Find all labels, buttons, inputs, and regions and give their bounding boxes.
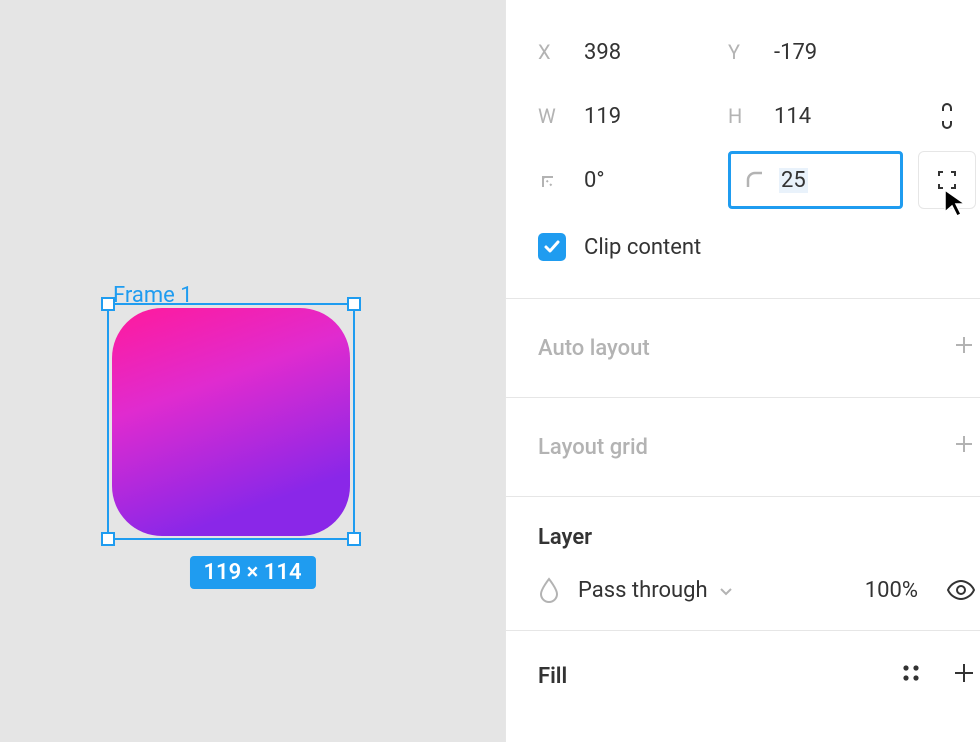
add-layout-grid-button[interactable]: [952, 432, 976, 462]
rotation-icon: [538, 170, 562, 190]
height-field[interactable]: H 114: [728, 104, 918, 129]
add-fill-button[interactable]: [952, 661, 976, 691]
layout-grid-section[interactable]: Layout grid: [506, 398, 980, 496]
inspector-panel: X 398 Y -179 W 119 H 114: [505, 0, 980, 742]
visibility-toggle[interactable]: [936, 579, 976, 601]
blend-mode-icon: [538, 577, 560, 603]
x-label: X: [538, 40, 562, 64]
layer-section: Layer Pass through 100%: [506, 497, 980, 630]
corner-radius-input[interactable]: 25: [728, 151, 903, 209]
w-label: W: [538, 104, 562, 128]
size-badge: 119 × 114: [189, 556, 315, 589]
independent-corners-button[interactable]: [918, 151, 976, 209]
fill-section: Fill: [506, 631, 980, 711]
resize-handle-top-right[interactable]: [347, 297, 361, 311]
rotation-value[interactable]: 0°: [584, 168, 605, 193]
canvas[interactable]: Frame 1 119 × 114: [0, 0, 505, 742]
resize-handle-top-left[interactable]: [101, 297, 115, 311]
fill-title: Fill: [538, 664, 567, 689]
x-field[interactable]: X 398: [538, 40, 728, 65]
rotation-field[interactable]: 0°: [538, 168, 728, 193]
style-picker-button[interactable]: [900, 662, 922, 690]
h-label: H: [728, 104, 752, 128]
y-value[interactable]: -179: [774, 40, 817, 65]
layer-title: Layer: [538, 497, 976, 550]
blend-mode-value: Pass through: [578, 578, 708, 603]
auto-layout-label: Auto layout: [538, 336, 650, 361]
corner-radius-value[interactable]: 25: [779, 168, 808, 193]
y-field[interactable]: Y -179: [728, 40, 918, 65]
h-value[interactable]: 114: [774, 104, 811, 129]
auto-layout-section[interactable]: Auto layout: [506, 299, 980, 397]
width-field[interactable]: W 119: [538, 104, 728, 129]
chevron-down-icon: [718, 578, 734, 603]
selected-frame-shape[interactable]: [112, 308, 350, 536]
layout-grid-label: Layout grid: [538, 435, 648, 460]
clip-content-checkbox[interactable]: [538, 233, 566, 261]
constrain-proportions-button[interactable]: [918, 87, 976, 145]
selection-bounds[interactable]: [107, 303, 355, 540]
x-value[interactable]: 398: [584, 40, 621, 65]
blend-mode-select[interactable]: Pass through: [578, 578, 810, 603]
opacity-input[interactable]: 100%: [828, 578, 918, 603]
add-auto-layout-button[interactable]: [952, 333, 976, 363]
y-label: Y: [728, 40, 752, 64]
resize-handle-bottom-left[interactable]: [101, 532, 115, 546]
clip-content-label: Clip content: [584, 235, 701, 260]
corner-radius-icon: [745, 170, 765, 190]
resize-handle-bottom-right[interactable]: [347, 532, 361, 546]
w-value[interactable]: 119: [584, 104, 621, 129]
